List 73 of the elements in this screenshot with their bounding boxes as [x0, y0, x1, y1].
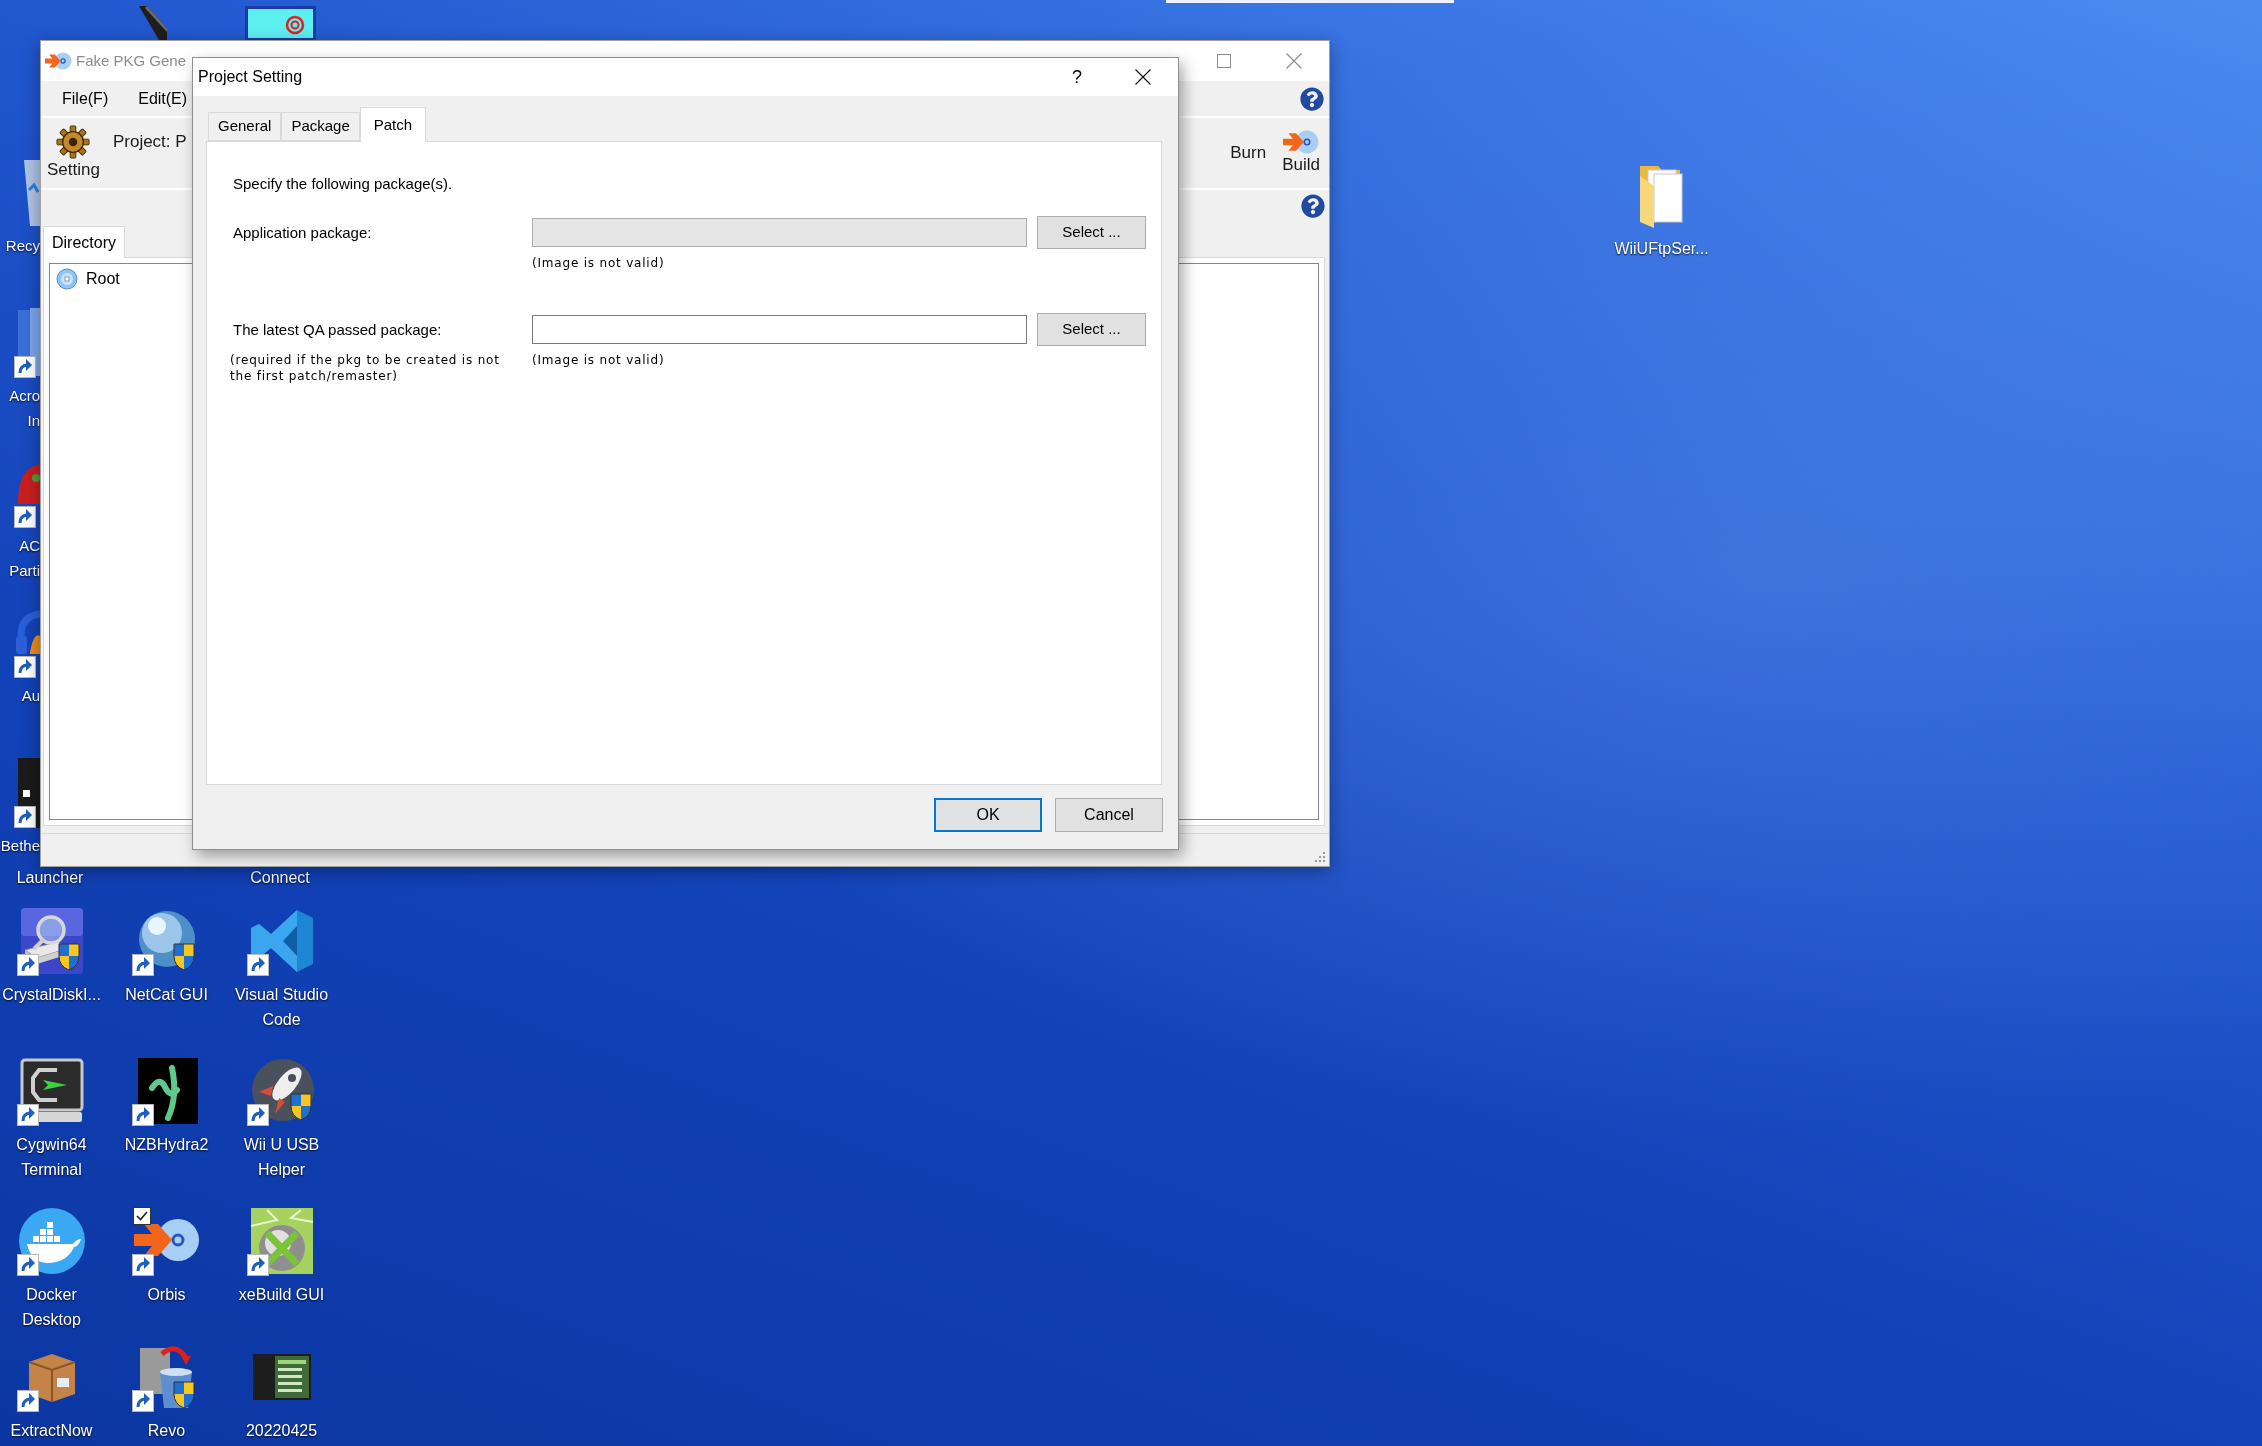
desktop-icon-label[interactable]: Wii U USB Helper: [227, 1132, 336, 1182]
window-title: Fake PKG Gene: [76, 50, 187, 71]
tree-item[interactable]: Root: [56, 267, 120, 291]
field-label: The latest QA passed package:: [233, 319, 442, 340]
desktop-icon-label[interactable]: ExtractNow: [10, 1418, 93, 1443]
slanted-wedge-icon[interactable]: [137, 6, 167, 40]
build-button[interactable]: Build: [1280, 118, 1322, 188]
setting-button[interactable]: Setting: [45, 118, 102, 188]
desktop-icon-label[interactable]: Parti: [9, 558, 40, 583]
rocket-icon[interactable]: [251, 1059, 314, 1121]
checkbox-icon[interactable]: [132, 1207, 151, 1225]
validation-text: (Image is not valid): [532, 352, 665, 368]
help-button[interactable]: ?: [1044, 58, 1110, 96]
maximize-icon: [1217, 54, 1231, 68]
field-label: Application package:: [233, 222, 372, 243]
dialog-title: Project Setting: [197, 67, 303, 87]
close-icon: [1135, 69, 1151, 85]
desktop-icon-label[interactable]: Orbis: [147, 1282, 186, 1307]
desktop-icon-label[interactable]: Au: [21, 683, 40, 708]
close-icon: [1286, 53, 1302, 69]
desktop-icon-label[interactable]: Revo: [147, 1418, 186, 1443]
disc-icon: [56, 268, 78, 290]
dialog-button[interactable]: OK: [934, 798, 1042, 832]
desktop-icon-label[interactable]: xeBuild GUI: [238, 1282, 325, 1307]
desktop-icon-label[interactable]: 20220425: [245, 1418, 318, 1443]
desktop-icon-label[interactable]: NZBHydra2: [124, 1132, 209, 1157]
desktop-icon-label[interactable]: Connect: [250, 866, 310, 890]
folder-icon[interactable]: [1640, 166, 1683, 228]
cardboard-box-icon[interactable]: [27, 1354, 76, 1403]
globe-icon[interactable]: [138, 911, 195, 971]
squiggle-icon[interactable]: [137, 1058, 198, 1124]
select-button[interactable]: Select ...: [1037, 216, 1146, 249]
menu-item[interactable]: Edit(E): [130, 86, 196, 111]
file-path-field[interactable]: [532, 315, 1027, 344]
tab[interactable]: General: [208, 112, 282, 141]
terminal-monitor-icon[interactable]: [20, 1058, 83, 1122]
field-note: (required if the pkg to be created is not the first patch/remaster): [230, 352, 501, 384]
desktop-icon-label[interactable]: Visual Studio Code: [227, 982, 336, 1032]
burn-button[interactable]: Burn: [1228, 142, 1269, 164]
headphones-icon[interactable]: [16, 610, 40, 654]
gear-icon: [56, 125, 91, 159]
desktop-icon-label[interactable]: Docker Desktop: [0, 1282, 106, 1332]
file-path-field[interactable]: [532, 218, 1027, 247]
desktop-icon-label[interactable]: Recy: [5, 233, 40, 258]
trash-bin-icon[interactable]: [139, 1346, 194, 1409]
help-icon[interactable]: [1300, 86, 1324, 111]
project-label: Project: P: [112, 131, 187, 153]
recycle-bin-icon[interactable]: [24, 160, 40, 226]
resize-grip-icon[interactable]: [1314, 851, 1326, 863]
help-icon[interactable]: [1301, 193, 1325, 218]
desktop-icon-label[interactable]: Cygwin64 Terminal: [0, 1132, 106, 1182]
desktop-icon-label[interactable]: NetCat GUI: [125, 982, 208, 1007]
desktop-icon-label[interactable]: Bethe: [0, 833, 40, 858]
disk-magnifier-icon[interactable]: [20, 908, 83, 974]
lightning-x-icon[interactable]: [249, 1208, 314, 1274]
menu-item[interactable]: File(F): [54, 86, 117, 111]
tab[interactable]: Patch: [359, 107, 427, 142]
desktop-icon-label[interactable]: In: [27, 408, 40, 433]
desktop-icon-label[interactable]: WiiUFtpSer...: [1614, 236, 1709, 261]
arrow-disc-icon: [45, 52, 72, 70]
desktop-icon-label[interactable]: Acro: [9, 383, 40, 408]
select-button[interactable]: Select ...: [1037, 313, 1146, 346]
tab[interactable]: Package: [281, 112, 360, 141]
tab[interactable]: Directory: [43, 226, 125, 258]
desktop-icon-label[interactable]: AC: [19, 533, 40, 558]
target-tile-icon[interactable]: [245, 6, 316, 40]
validation-text: (Image is not valid): [532, 255, 665, 271]
instruction-text: Specify the following package(s).: [233, 174, 453, 194]
dialog-button[interactable]: Cancel: [1055, 798, 1163, 832]
arrow-disc-icon: [1283, 130, 1320, 154]
desktop-icon-label[interactable]: CrystalDiskI...: [2, 982, 101, 1007]
desktop-icon-label[interactable]: Launcher: [16, 866, 84, 890]
screenshot-thumbnail-icon[interactable]: [252, 1354, 311, 1400]
